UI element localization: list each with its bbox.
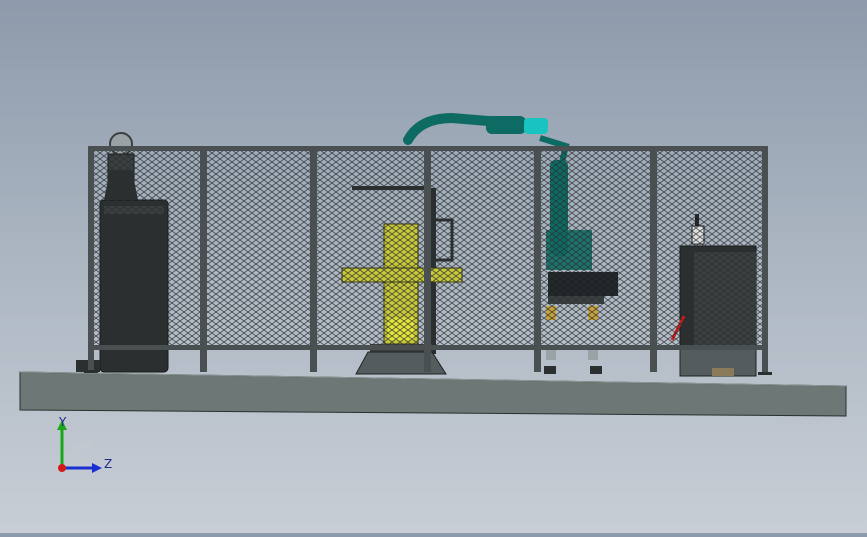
axis-x-origin-icon: [58, 464, 66, 472]
cad-viewport[interactable]: Y Z: [0, 0, 867, 533]
coordinate-triad: Y Z: [57, 415, 112, 473]
workcell-drawing: Y Z: [19, 112, 847, 473]
axis-z-arrow-icon: [92, 463, 102, 473]
base-platform: [19, 371, 847, 417]
axis-y-label: Y: [58, 415, 67, 429]
safety-fence: [84, 146, 772, 375]
axis-z-label: Z: [104, 457, 112, 471]
